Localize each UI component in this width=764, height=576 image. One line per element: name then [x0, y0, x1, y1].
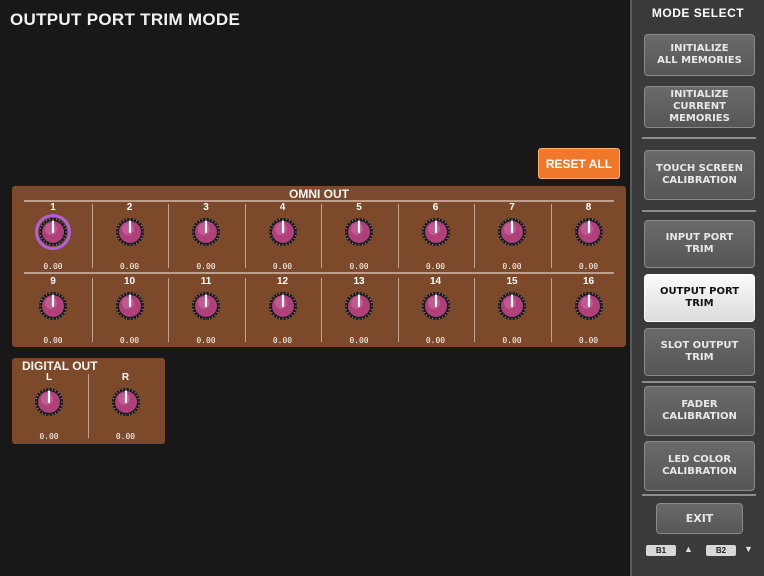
digital-out-panel: DIGITAL OUT L 0.00 R 0.00 — [12, 358, 165, 444]
channel-number: 12 — [276, 276, 289, 287]
trim-value: 0.00 — [115, 432, 136, 441]
channel-number: 16 — [582, 276, 595, 287]
main-area: OUTPUT PORT TRIM MODE RESET ALL OMNI OUT… — [0, 0, 630, 576]
trim-channel[interactable]: 9 0.00 — [16, 276, 90, 348]
bank-select: B1 ▲ B2 ▼ — [646, 544, 764, 558]
trim-value: 0.00 — [196, 336, 216, 345]
sidebar-divider — [642, 494, 756, 496]
channel-number: 3 — [203, 202, 209, 213]
digital-out-title: DIGITAL OUT — [22, 359, 98, 373]
omni-out-title: OMNI OUT — [289, 187, 349, 201]
mode-select-title: MODE SELECT — [651, 6, 745, 20]
trim-channel[interactable]: 5 0.00 — [322, 202, 396, 274]
input-port-trim-button[interactable]: INPUT PORT TRIM — [644, 220, 755, 268]
trim-knob-icon — [111, 388, 140, 416]
trim-value: 0.00 — [272, 336, 293, 345]
trim-channel[interactable]: R 0.00 — [89, 372, 163, 444]
channel-number: 14 — [429, 276, 442, 287]
mode-select-sidebar: MODE SELECT INITIALIZE ALL MEMORIES INIT… — [630, 0, 764, 576]
trim-channel[interactable]: 13 0.00 — [322, 276, 396, 348]
channel-number: 13 — [353, 276, 365, 287]
bank-b1-button[interactable]: B1 — [646, 545, 676, 556]
trim-channel[interactable]: 2 0.00 — [93, 202, 167, 274]
trim-value: 0.00 — [502, 262, 522, 271]
sidebar-divider — [642, 381, 756, 383]
exit-button[interactable]: EXIT — [656, 503, 743, 534]
trim-value: 0.00 — [349, 262, 369, 271]
trim-knob-icon — [35, 388, 63, 416]
trim-channel[interactable]: 7 0.00 — [475, 202, 549, 274]
trim-value: 0.00 — [196, 262, 216, 271]
trim-channel[interactable]: 4 0.00 — [246, 202, 320, 274]
trim-value: 0.00 — [425, 336, 446, 345]
sidebar-divider — [642, 137, 756, 139]
trim-knob-icon — [345, 218, 373, 246]
channel-number: 4 — [279, 202, 286, 213]
channel-number: 10 — [123, 276, 136, 287]
trim-knob-icon — [421, 218, 450, 246]
trim-channel[interactable]: 8 0.00 — [552, 202, 626, 274]
reset-all-button[interactable]: RESET ALL — [538, 148, 620, 179]
trim-channel[interactable]: 12 0.00 — [246, 276, 320, 348]
sidebar-divider — [642, 210, 756, 212]
trim-channel[interactable]: 6 0.00 — [399, 202, 473, 274]
trim-knob-icon — [192, 218, 220, 246]
channel-number: 2 — [126, 202, 133, 213]
fader-calibration-button[interactable]: FADER CALIBRATION — [644, 386, 755, 436]
trim-channel[interactable]: 15 0.00 — [475, 276, 549, 348]
trim-knob-icon — [498, 292, 526, 320]
led-color-calibration-button[interactable]: LED COLOR CALIBRATION — [644, 441, 755, 491]
initialize-all-memories-button[interactable]: INITIALIZE ALL MEMORIES — [644, 34, 755, 76]
channel-number: 7 — [509, 202, 515, 213]
touch-screen-calibration-button[interactable]: TOUCH SCREEN CALIBRATION — [644, 150, 755, 200]
triangle-down-icon[interactable]: ▼ — [744, 544, 753, 554]
triangle-up-icon[interactable]: ▲ — [684, 544, 693, 554]
trim-knob-icon — [268, 218, 297, 246]
bank-b2-button[interactable]: B2 — [706, 545, 736, 556]
trim-channel[interactable]: 11 0.00 — [169, 276, 243, 348]
trim-value: 0.00 — [39, 432, 59, 441]
trim-value: 0.00 — [119, 262, 140, 271]
trim-value: 0.00 — [502, 336, 522, 345]
trim-value: 0.00 — [578, 262, 599, 271]
omni-out-panel: OMNI OUT 1 0.00 2 0.00 3 0.00 4 0.00 5 0.00 6 0.00 7… — [12, 186, 626, 347]
trim-knob-icon — [35, 214, 71, 250]
trim-knob-icon — [39, 292, 67, 320]
trim-knob-icon — [268, 292, 297, 320]
trim-channel[interactable]: 10 0.00 — [93, 276, 167, 348]
trim-value: 0.00 — [425, 262, 446, 271]
output-port-trim-button[interactable]: OUTPUT PORT TRIM — [644, 274, 755, 322]
trim-channel[interactable]: L 0.00 — [12, 372, 86, 444]
trim-knob-icon — [574, 292, 603, 320]
trim-channel[interactable]: 14 0.00 — [399, 276, 473, 348]
trim-value: 0.00 — [43, 262, 63, 271]
channel-number: 6 — [432, 202, 439, 213]
channel-number: 15 — [506, 276, 518, 287]
initialize-current-memories-button[interactable]: INITIALIZE CURRENT MEMORIES — [644, 86, 755, 128]
channel-number: 9 — [50, 276, 56, 287]
trim-channel[interactable]: 1 0.00 — [16, 202, 90, 274]
page-title: OUTPUT PORT TRIM MODE — [10, 10, 241, 29]
trim-knob-icon — [192, 292, 220, 320]
trim-knob-icon — [345, 292, 373, 320]
trim-channel[interactable]: 3 0.00 — [169, 202, 243, 274]
trim-value: 0.00 — [578, 336, 599, 345]
trim-knob-icon — [115, 218, 144, 246]
trim-knob-icon — [115, 292, 144, 320]
trim-channel[interactable]: 16 0.00 — [552, 276, 626, 348]
trim-value: 0.00 — [43, 336, 63, 345]
channel-number: 1 — [50, 202, 56, 213]
trim-value: 0.00 — [272, 262, 293, 271]
channel-number: L — [45, 372, 53, 383]
slot-output-trim-button[interactable]: SLOT OUTPUT TRIM — [644, 328, 755, 376]
trim-value: 0.00 — [349, 336, 369, 345]
trim-knob-icon — [498, 218, 526, 246]
channel-number: 5 — [356, 202, 362, 213]
channel-number: 11 — [200, 276, 212, 287]
trim-knob-icon — [574, 218, 603, 246]
channel-number: R — [121, 372, 130, 383]
trim-value: 0.00 — [119, 336, 140, 345]
channel-number: 8 — [585, 202, 592, 213]
trim-knob-icon — [421, 292, 450, 320]
